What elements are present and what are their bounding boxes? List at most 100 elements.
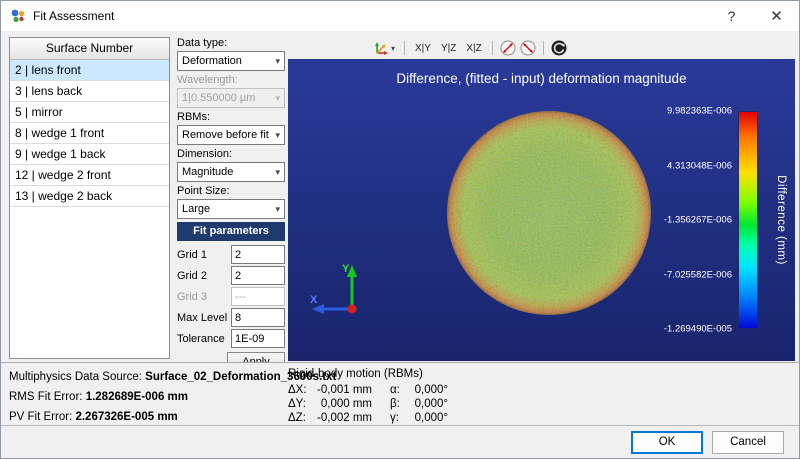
beta-label: β:	[390, 397, 406, 411]
surface-row[interactable]: 12 | wedge 2 front	[10, 165, 169, 186]
beta-value: 0,000°	[406, 397, 448, 411]
rotation-lock-2-icon[interactable]	[520, 40, 536, 56]
cancel-button[interactable]: Cancel	[712, 431, 784, 454]
fit-assessment-dialog: Fit Assessment ? ✕ Surface Number 2 | le…	[0, 0, 800, 459]
chevron-down-icon: ▾	[275, 93, 280, 104]
rotation-lock-1-icon[interactable]	[500, 40, 516, 56]
dz-label: ΔZ:	[288, 411, 312, 425]
grid3-input	[231, 287, 285, 306]
point-size-select[interactable]: Large ▾	[177, 199, 285, 219]
viz-toolbar: ▾ X|Y Y|Z X|Z	[288, 37, 795, 59]
dy-label: ΔY:	[288, 397, 312, 411]
data-type-select[interactable]: Deformation ▾	[177, 51, 285, 71]
fit-parameters-header: Fit parameters	[177, 222, 285, 241]
titlebar: Fit Assessment ? ✕	[1, 1, 799, 31]
max-level-input[interactable]	[231, 308, 285, 327]
surface-row[interactable]: 8 | wedge 1 front	[10, 123, 169, 144]
surface-table-header: Surface Number	[10, 38, 169, 60]
rbm-header: Rigid-body motion (RBMs)	[288, 367, 448, 382]
alpha-label: α:	[390, 383, 406, 397]
colorbar-gradient	[738, 111, 758, 329]
orientation-tool-button[interactable]: ▾	[370, 40, 397, 57]
point-size-label: Point Size:	[177, 185, 285, 198]
tolerance-row: Tolerance	[177, 328, 285, 349]
titlebar-buttons: ? ✕	[709, 1, 799, 31]
view-yz-button[interactable]: Y|Z	[438, 42, 459, 55]
chevron-down-icon: ▾	[275, 130, 280, 141]
grid1-label: Grid 1	[177, 249, 231, 261]
data-type-value: Deformation	[182, 55, 242, 67]
grid1-row: Grid 1	[177, 244, 285, 265]
view-xy-button[interactable]: X|Y	[412, 42, 434, 55]
surface-row[interactable]: 2 | lens front	[10, 60, 169, 81]
colorbar-ticks: 9.982363E-006 4.313048E-006 -1.356267E-0…	[602, 111, 732, 329]
surface-number-table: Surface Number 2 | lens front 3 | lens b…	[9, 37, 170, 359]
rbms-value: Remove before fit	[182, 129, 269, 141]
gamma-value: 0,000°	[406, 411, 448, 425]
pv-fit-error-value: 2.267326E-005 mm	[75, 411, 177, 423]
tolerance-label: Tolerance	[177, 333, 231, 345]
window-title: Fit Assessment	[33, 9, 114, 23]
dz-value: -0,002 mm	[312, 411, 372, 425]
chevron-down-icon: ▾	[391, 44, 395, 53]
grid2-label: Grid 2	[177, 270, 231, 282]
surface-row[interactable]: 3 | lens back	[10, 81, 169, 102]
toolbar-separator	[543, 41, 544, 55]
status-panel: Multiphysics Data Source: Surface_02_Def…	[1, 362, 799, 428]
colorbar-axis-label: Difference (mm)	[775, 175, 787, 265]
view-xz-button[interactable]: X|Z	[463, 42, 484, 55]
rms-fit-error-label: RMS Fit Error:	[9, 391, 82, 403]
chevron-down-icon: ▾	[275, 56, 280, 67]
dimension-label: Dimension:	[177, 148, 285, 161]
toolbar-separator	[492, 41, 493, 55]
viz-canvas[interactable]: Difference, (fitted - input) deformation…	[288, 59, 795, 361]
chevron-down-icon: ▾	[275, 167, 280, 178]
colorbar: 9.982363E-006 4.313048E-006 -1.356267E-0…	[575, 111, 795, 329]
ok-button[interactable]: OK	[631, 431, 703, 454]
grid2-input[interactable]	[231, 266, 285, 285]
wavelength-value: 1|0.550000 µm	[182, 92, 255, 104]
grid3-row: Grid 3	[177, 286, 285, 307]
help-button[interactable]: ?	[709, 1, 754, 31]
triad-y-label: Y	[342, 263, 350, 275]
point-size-value: Large	[182, 203, 210, 215]
rbms-label: RBMs:	[177, 111, 285, 124]
colorbar-tick: 4.313048E-006	[667, 160, 732, 171]
surface-row[interactable]: 13 | wedge 2 back	[10, 186, 169, 207]
rms-fit-error-value: 1.282689E-006 mm	[86, 391, 188, 403]
pv-fit-error-label: PV Fit Error:	[9, 411, 72, 423]
fit-options-panel: Data type: Deformation ▾ Wavelength: 1|0…	[177, 37, 285, 372]
rbms-select[interactable]: Remove before fit ▾	[177, 125, 285, 145]
max-level-row: Max Level	[177, 307, 285, 328]
rbm-panel: Rigid-body motion (RBMs) ΔX: -0,001 mm α…	[288, 367, 448, 425]
dialog-footer: OK Cancel	[1, 425, 799, 458]
spin-view-button[interactable]	[551, 40, 567, 56]
data-source-label: Multiphysics Data Source:	[9, 371, 142, 383]
rbm-row-x: ΔX: -0,001 mm α: 0,000°	[288, 383, 448, 397]
dx-value: -0,001 mm	[312, 383, 372, 397]
rbm-row-y: ΔY: 0,000 mm β: 0,000°	[288, 397, 448, 411]
surface-row[interactable]: 5 | mirror	[10, 102, 169, 123]
dx-label: ΔX:	[288, 383, 312, 397]
toolbar-separator	[404, 41, 405, 55]
triad-x-label: X	[310, 294, 318, 306]
max-level-label: Max Level	[177, 312, 231, 324]
app-icon	[10, 8, 26, 24]
visualization-panel: ▾ X|Y Y|Z X|Z Difference, (fitted - inpu…	[288, 37, 795, 361]
tolerance-input[interactable]	[231, 329, 285, 348]
grid1-input[interactable]	[231, 245, 285, 264]
colorbar-tick: -1.356267E-006	[664, 215, 732, 226]
chevron-down-icon: ▾	[275, 204, 280, 215]
close-button[interactable]: ✕	[754, 1, 799, 31]
grid3-label: Grid 3	[177, 291, 231, 303]
rbm-row-z: ΔZ: -0,002 mm γ: 0,000°	[288, 411, 448, 425]
viz-title: Difference, (fitted - input) deformation…	[288, 71, 795, 86]
colorbar-tick: 9.982363E-006	[667, 106, 732, 117]
axis-triad: Y X	[308, 259, 374, 325]
wavelength-select: 1|0.550000 µm ▾	[177, 88, 285, 108]
alpha-value: 0,000°	[406, 383, 448, 397]
dimension-select[interactable]: Magnitude ▾	[177, 162, 285, 182]
axis-triad-icon	[372, 41, 389, 56]
surface-row[interactable]: 9 | wedge 1 back	[10, 144, 169, 165]
dimension-value: Magnitude	[182, 166, 233, 178]
